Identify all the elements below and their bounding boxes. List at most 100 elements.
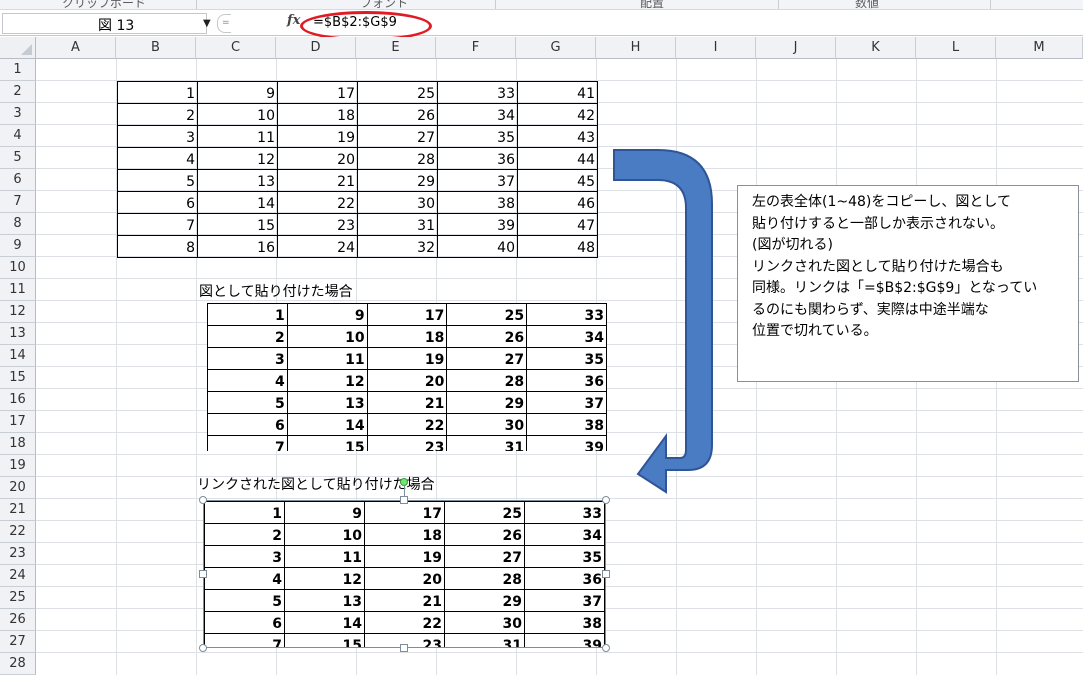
table-cell[interactable]: 28: [357, 147, 438, 170]
column-header-l[interactable]: L: [916, 37, 996, 59]
column-header-g[interactable]: G: [516, 37, 596, 59]
resize-handle-left[interactable]: [199, 570, 207, 578]
table-cell[interactable]: 21: [277, 169, 358, 192]
table-cell[interactable]: 30: [357, 191, 438, 214]
row-header[interactable]: 9: [0, 235, 36, 257]
row-header[interactable]: 6: [0, 169, 36, 191]
column-header-d[interactable]: D: [276, 37, 356, 59]
table-cell[interactable]: 14: [197, 191, 278, 214]
table-cell[interactable]: 47: [517, 213, 598, 236]
row-header[interactable]: 25: [0, 587, 36, 609]
table-cell[interactable]: 19: [277, 125, 358, 148]
source-table[interactable]: 1 9 17 25 33 41 2 10 18 26 34 42 3 11 19…: [117, 81, 598, 258]
row-header[interactable]: 24: [0, 565, 36, 587]
table-cell[interactable]: 9: [197, 81, 278, 104]
row-header[interactable]: 2: [0, 81, 36, 103]
table-cell[interactable]: 29: [357, 169, 438, 192]
column-header-k[interactable]: K: [836, 37, 916, 59]
table-cell[interactable]: 48: [517, 235, 598, 258]
row-header[interactable]: 7: [0, 191, 36, 213]
table-cell[interactable]: 32: [357, 235, 438, 258]
resize-handle-bottom-left[interactable]: [199, 644, 207, 652]
row-header[interactable]: 17: [0, 411, 36, 433]
row-header[interactable]: 1: [0, 59, 36, 81]
row-header[interactable]: 12: [0, 301, 36, 323]
table-cell[interactable]: 44: [517, 147, 598, 170]
column-header-b[interactable]: B: [116, 37, 196, 59]
row-header[interactable]: 14: [0, 345, 36, 367]
pasted-picture[interactable]: 1 9 17 25 33 2 10 18 26 34 3 11 19 27 35: [207, 303, 607, 451]
resize-handle-bottom-right[interactable]: [602, 644, 610, 652]
table-cell[interactable]: 20: [277, 147, 358, 170]
column-header-a[interactable]: A: [36, 37, 116, 59]
table-cell[interactable]: 24: [277, 235, 358, 258]
table-cell[interactable]: 31: [357, 213, 438, 236]
table-cell[interactable]: 45: [517, 169, 598, 192]
table-cell[interactable]: 16: [197, 235, 278, 258]
row-header[interactable]: 28: [0, 653, 36, 675]
table-cell[interactable]: 11: [197, 125, 278, 148]
table-cell[interactable]: 25: [357, 81, 438, 104]
row-header[interactable]: 22: [0, 521, 36, 543]
formula-bar-splitter[interactable]: =: [217, 14, 231, 33]
table-cell[interactable]: 2: [117, 103, 198, 126]
table-cell[interactable]: 38: [437, 191, 518, 214]
table-cell[interactable]: 4: [117, 147, 198, 170]
table-cell[interactable]: 17: [277, 81, 358, 104]
row-header[interactable]: 26: [0, 609, 36, 631]
column-header-m[interactable]: M: [996, 37, 1083, 59]
row-header[interactable]: 23: [0, 543, 36, 565]
row-header[interactable]: 15: [0, 367, 36, 389]
table-cell[interactable]: 1: [117, 81, 198, 104]
column-header-c[interactable]: C: [196, 37, 276, 59]
row-header[interactable]: 13: [0, 323, 36, 345]
row-header[interactable]: 10: [0, 257, 36, 279]
table-cell[interactable]: 42: [517, 103, 598, 126]
row-header[interactable]: 5: [0, 147, 36, 169]
table-cell[interactable]: 7: [117, 213, 198, 236]
row-header[interactable]: 21: [0, 499, 36, 521]
table-cell[interactable]: 13: [197, 169, 278, 192]
select-all-corner[interactable]: [0, 37, 36, 59]
curved-arrow-shape[interactable]: [600, 140, 720, 510]
column-header-i[interactable]: I: [676, 37, 756, 59]
note-textbox[interactable]: 左の表全体(1~48)をコピーし、図として 貼り付けすると一部しか表示されない。…: [737, 185, 1079, 382]
column-header-e[interactable]: E: [356, 37, 436, 59]
table-cell[interactable]: 34: [437, 103, 518, 126]
resize-handle-top-left[interactable]: [199, 496, 207, 504]
table-cell[interactable]: 35: [437, 125, 518, 148]
row-header[interactable]: 19: [0, 455, 36, 477]
table-cell[interactable]: 27: [357, 125, 438, 148]
name-box[interactable]: 図 13 ▼: [2, 13, 211, 34]
table-cell[interactable]: 22: [277, 191, 358, 214]
table-cell[interactable]: 33: [437, 81, 518, 104]
table-cell[interactable]: 18: [277, 103, 358, 126]
table-cell[interactable]: 15: [197, 213, 278, 236]
column-header-h[interactable]: H: [596, 37, 676, 59]
table-cell[interactable]: 37: [437, 169, 518, 192]
table-cell[interactable]: 8: [117, 235, 198, 258]
column-header-j[interactable]: J: [756, 37, 836, 59]
table-cell[interactable]: 36: [437, 147, 518, 170]
rotate-handle[interactable]: [400, 478, 408, 486]
table-cell[interactable]: 12: [197, 147, 278, 170]
row-header[interactable]: 4: [0, 125, 36, 147]
row-header[interactable]: 3: [0, 103, 36, 125]
fx-icon[interactable]: fx: [287, 13, 300, 28]
chevron-down-icon[interactable]: ▼: [203, 18, 211, 29]
table-cell[interactable]: 6: [117, 191, 198, 214]
row-header[interactable]: 16: [0, 389, 36, 411]
resize-handle-top[interactable]: [400, 496, 408, 504]
row-header[interactable]: 18: [0, 433, 36, 455]
table-cell[interactable]: 5: [117, 169, 198, 192]
row-header[interactable]: 11: [0, 279, 36, 301]
resize-handle-right[interactable]: [602, 570, 610, 578]
table-cell[interactable]: 10: [197, 103, 278, 126]
column-header-f[interactable]: F: [436, 37, 516, 59]
resize-handle-bottom[interactable]: [400, 644, 408, 652]
row-header[interactable]: 8: [0, 213, 36, 235]
table-cell[interactable]: 26: [357, 103, 438, 126]
table-cell[interactable]: 23: [277, 213, 358, 236]
table-cell[interactable]: 43: [517, 125, 598, 148]
row-header[interactable]: 27: [0, 631, 36, 653]
